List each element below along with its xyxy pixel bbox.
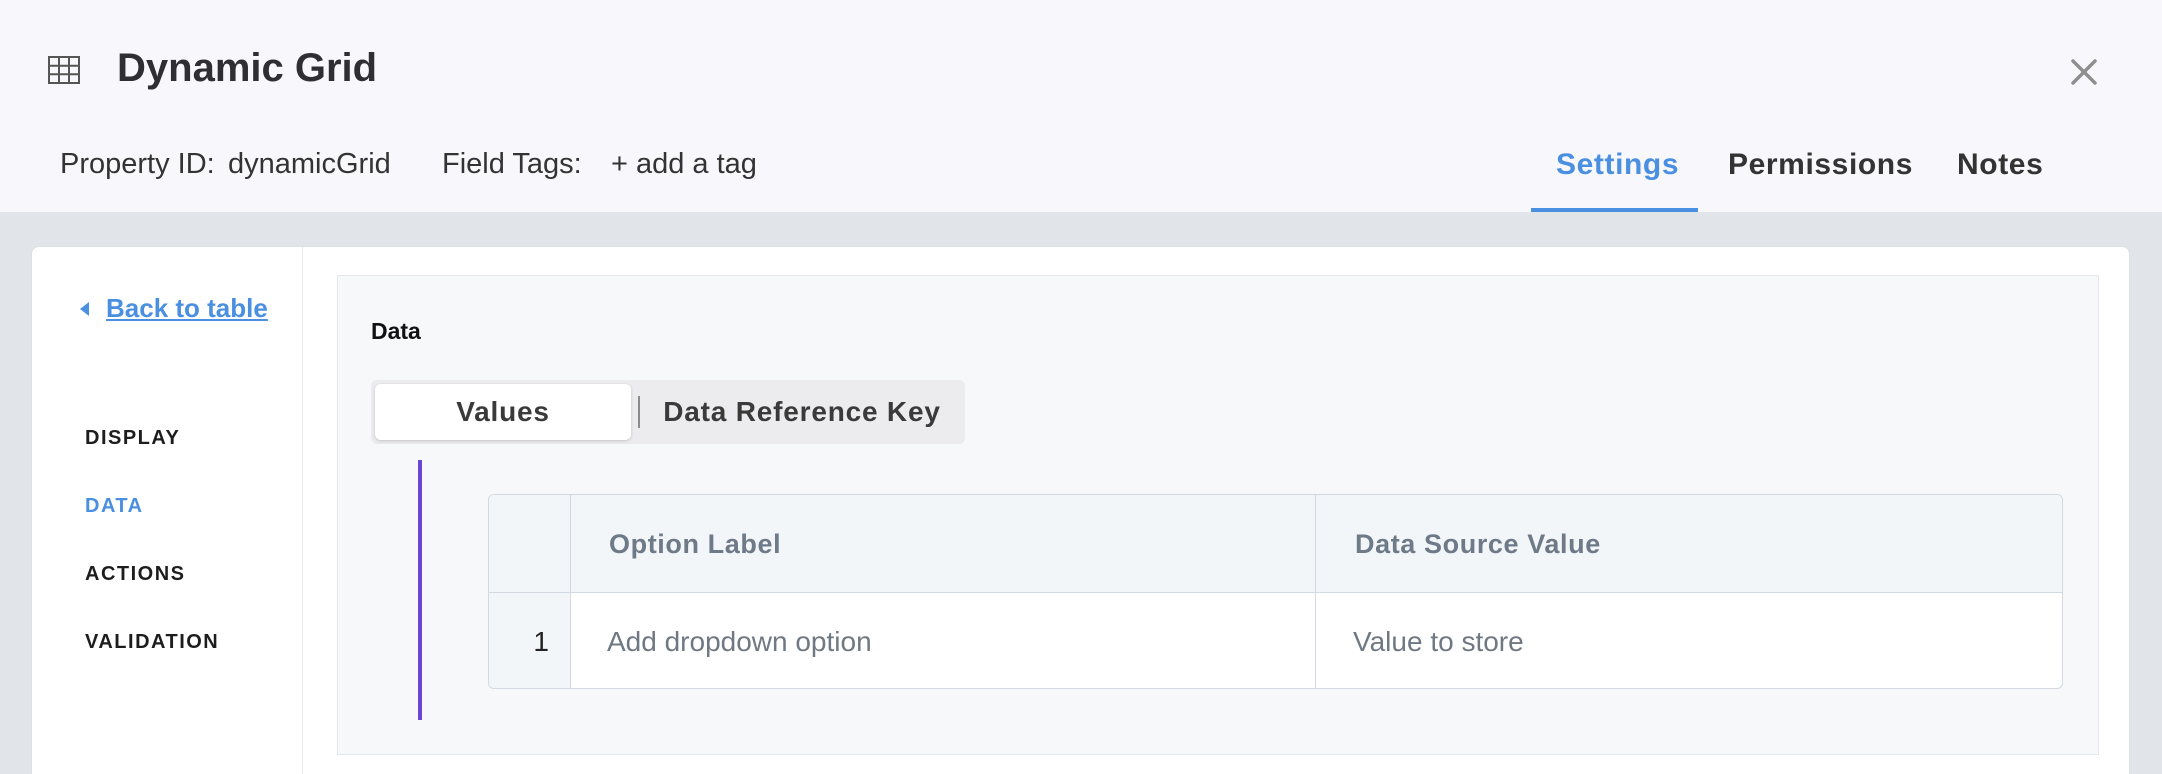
active-tab-indicator	[1531, 208, 1698, 212]
grid-table-icon	[48, 56, 80, 84]
back-to-table-link[interactable]: Back to table	[80, 293, 268, 324]
row-number: 1	[533, 625, 549, 657]
property-id-label: Property ID:	[60, 148, 215, 180]
page-title: Dynamic Grid	[117, 46, 378, 90]
tab-notes[interactable]: Notes	[1957, 146, 2043, 184]
segment-divider	[638, 396, 640, 428]
close-icon	[2071, 59, 2097, 85]
accent-bar	[418, 460, 422, 720]
sidebar-item-validation[interactable]: VALIDATION	[85, 631, 219, 654]
data-source-value-input[interactable]: Value to store	[1353, 593, 2053, 688]
segmented-control: Values Data Reference Key	[371, 380, 965, 444]
segment-values[interactable]: Values	[375, 384, 631, 440]
column-divider	[570, 495, 571, 688]
data-panel: Data Values Data Reference Key Option La…	[337, 275, 2099, 755]
column-header-data-source-value: Data Source Value	[1355, 528, 1601, 559]
modal-header: Dynamic Grid Property ID: dynamicGrid Fi…	[0, 0, 2162, 212]
column-divider	[1315, 495, 1316, 688]
tab-settings[interactable]: Settings	[1556, 146, 1679, 184]
add-tag-link[interactable]: + add a tag	[611, 146, 757, 182]
segment-data-reference-key[interactable]: Data Reference Key	[643, 384, 961, 440]
close-button[interactable]	[2064, 52, 2104, 92]
field-tags-label: Field Tags:	[442, 148, 582, 180]
option-label-input[interactable]: Add dropdown option	[607, 593, 1307, 688]
settings-card: Back to table DISPLAY DATA ACTIONS VALID…	[31, 246, 2130, 774]
options-table: Option Label Data Source Value 1 Add dro…	[488, 494, 2063, 689]
caret-left-icon	[80, 301, 89, 316]
sidebar-item-display[interactable]: DISPLAY	[85, 427, 180, 450]
tab-permissions[interactable]: Permissions	[1728, 146, 1913, 184]
sidebar: Back to table DISPLAY DATA ACTIONS VALID…	[32, 247, 303, 774]
sidebar-item-data[interactable]: DATA	[85, 495, 144, 518]
back-link-label: Back to table	[106, 293, 268, 323]
property-id-value: dynamicGrid	[228, 148, 391, 180]
section-label: Data	[371, 318, 421, 344]
column-header-option-label: Option Label	[609, 528, 782, 559]
sidebar-item-actions[interactable]: ACTIONS	[85, 563, 186, 586]
